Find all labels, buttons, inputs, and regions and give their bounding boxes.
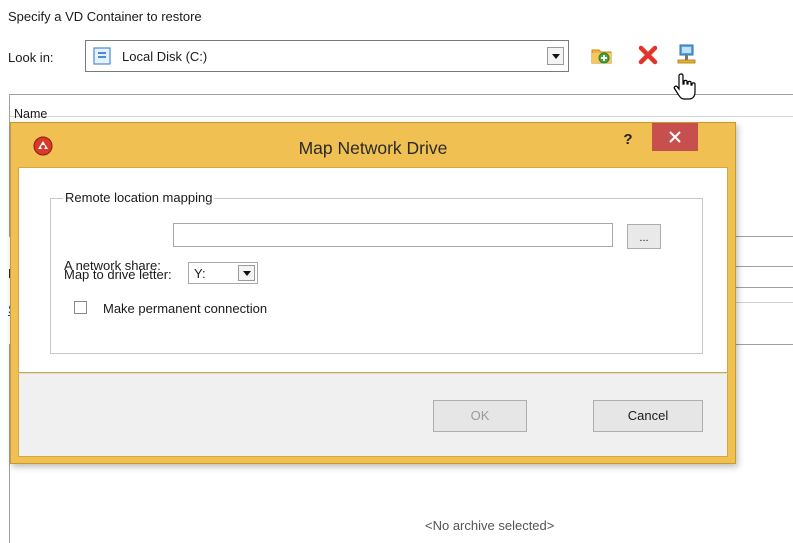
new-folder-icon [591,49,612,64]
delete-button[interactable] [636,43,660,67]
ok-button[interactable]: OK [433,400,527,432]
permanent-connection-checkbox[interactable] [74,301,87,314]
chevron-down-icon [552,54,560,59]
delete-icon [638,45,658,65]
help-button[interactable]: ? [615,129,641,151]
browse-button[interactable]: ... [627,224,661,249]
look-in-label: Look in: [8,50,54,65]
group-label: Remote location mapping [63,190,215,205]
dialog-body: Remote location mapping A network share:… [18,167,728,373]
divider [735,302,793,303]
new-folder-button[interactable] [590,43,614,67]
dialog-prompt: Specify a VD Container to restore [8,9,202,24]
drive-letter-value: Y: [194,266,206,281]
look-in-value: Local Disk (C:) [122,49,208,64]
map-network-drive-dialog: Map Network Drive ? Remote location mapp… [10,122,736,464]
look-in-combobox[interactable]: Local Disk (C:) [85,40,569,72]
network-drive-icon [677,44,696,64]
close-icon [669,131,681,143]
no-archive-text: <No archive selected> [425,518,555,533]
drive-letter-dropdown-button[interactable] [238,265,255,281]
cancel-button[interactable]: Cancel [593,400,703,432]
chevron-down-icon [243,271,251,276]
permanent-connection-label[interactable]: Make permanent connection [103,301,267,316]
drive-letter-label: Map to drive letter: [64,267,172,282]
dialog-footer: OK Cancel [18,373,728,457]
hand-cursor-icon [672,72,698,105]
network-share-input[interactable] [173,223,613,247]
close-button[interactable] [652,123,698,151]
background-field [735,266,793,288]
look-in-dropdown-button[interactable] [547,47,564,65]
drive-letter-select[interactable]: Y: [188,262,258,284]
drive-icon [93,47,111,68]
column-header-name[interactable]: Name [14,107,47,121]
map-network-drive-button[interactable] [674,43,698,67]
